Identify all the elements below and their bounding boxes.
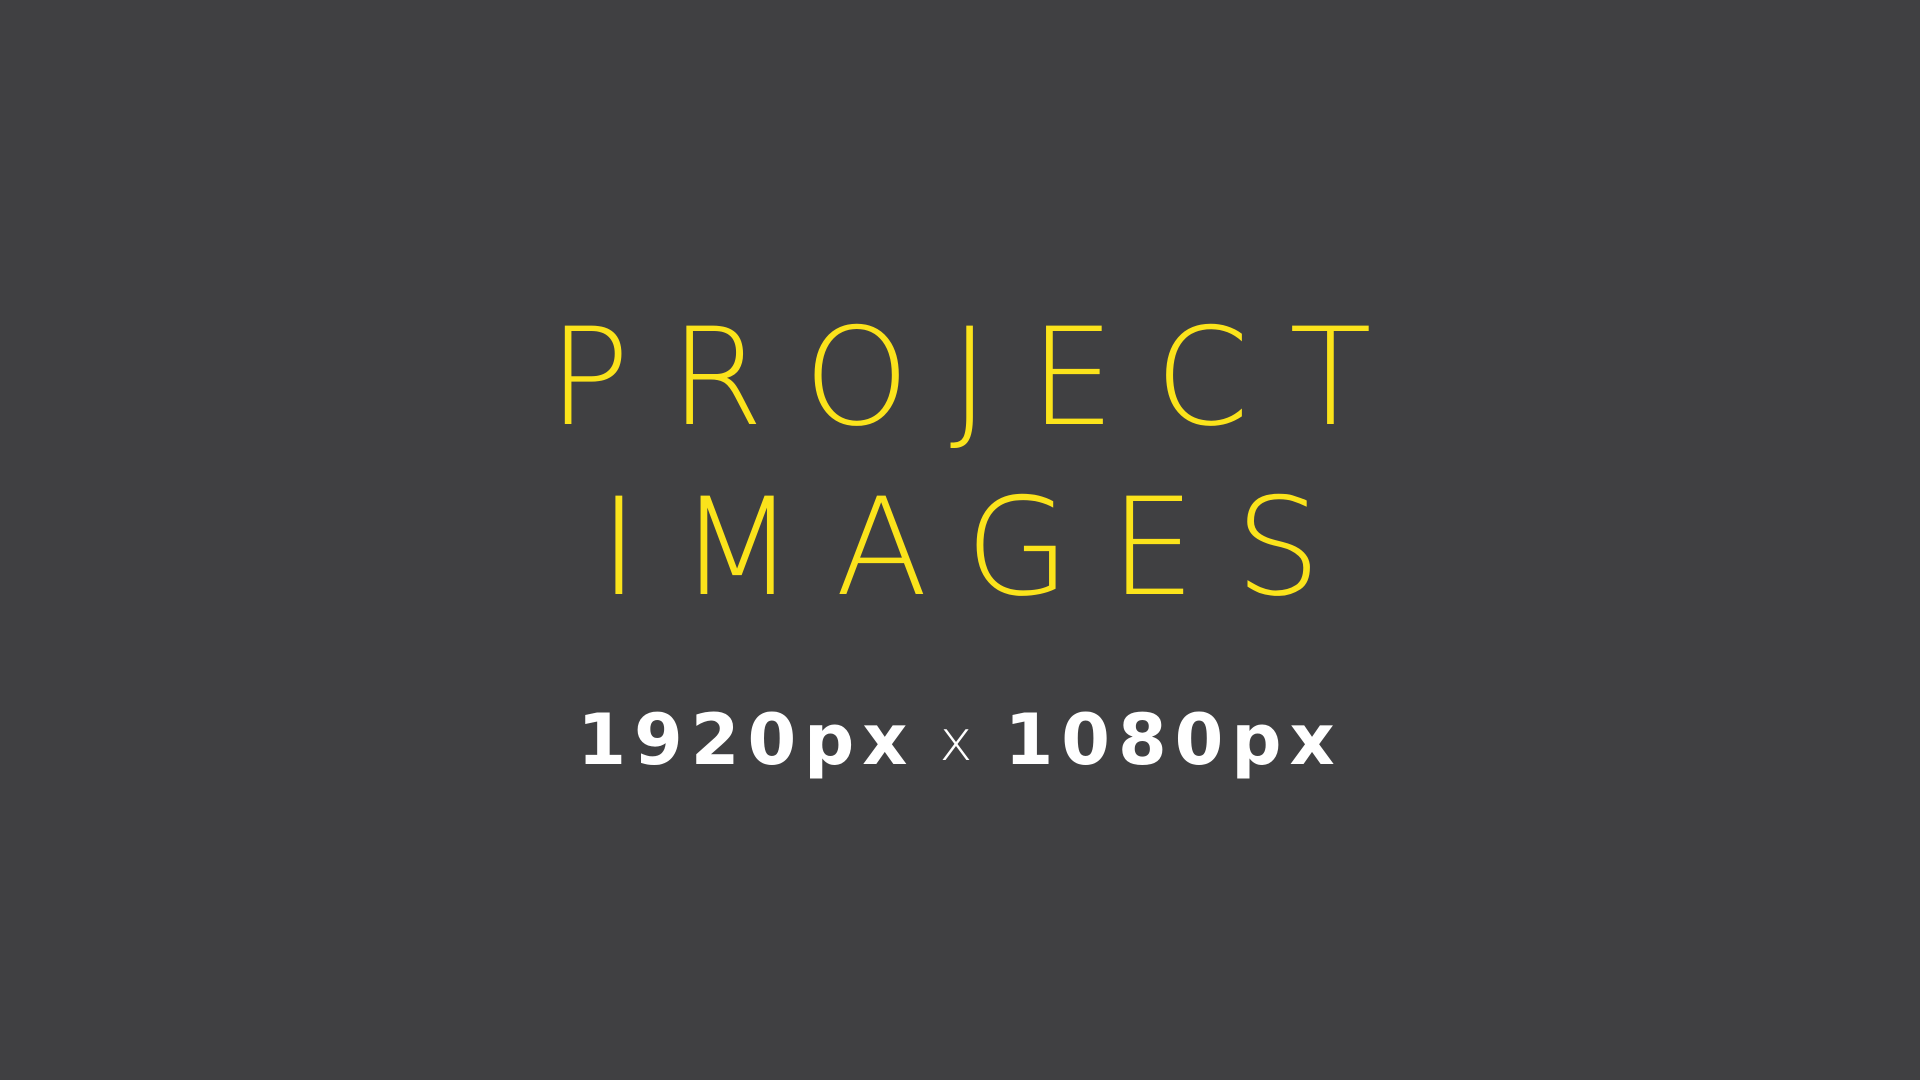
dimension-separator: x [939, 709, 981, 774]
title-line-1: PROJECT [548, 299, 1412, 456]
width-value: 1920px [577, 699, 916, 781]
dimensions-label: 1920px x 1080px [0, 700, 1920, 782]
placeholder-canvas: PROJECT IMAGES 1920px x 1080px [0, 0, 1920, 1080]
title-line-2: IMAGES [599, 469, 1361, 626]
height-value: 1080px [1004, 699, 1343, 781]
